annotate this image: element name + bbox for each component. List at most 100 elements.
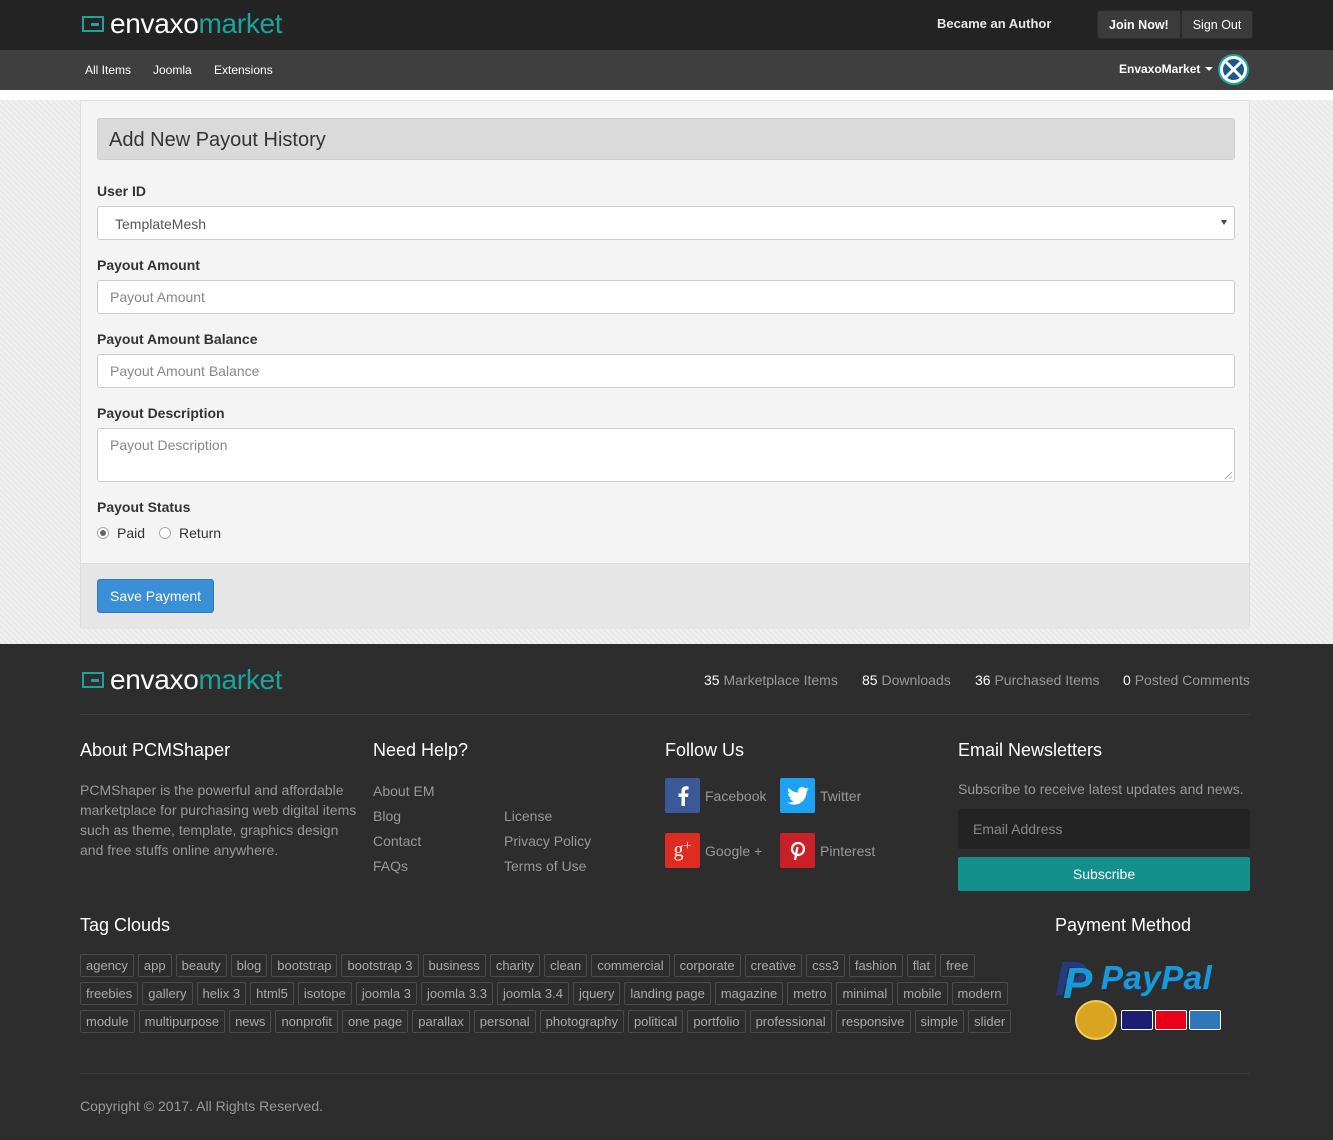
tag-item[interactable]: landing page: [624, 982, 711, 1005]
tag-item[interactable]: fashion: [848, 954, 903, 977]
tag-item[interactable]: political: [627, 1010, 684, 1033]
tag-item[interactable]: jquery: [572, 982, 621, 1005]
tag-item[interactable]: commercial: [591, 954, 670, 977]
tag-item[interactable]: joomla 3: [355, 982, 417, 1005]
content-top-strip: [0, 90, 1333, 100]
tag-item[interactable]: helix 3: [196, 982, 247, 1005]
user-id-label: User ID: [97, 183, 147, 199]
tag-item[interactable]: isotope: [297, 982, 352, 1005]
stat-label: Marketplace Items: [723, 672, 838, 688]
brand-name-white: envaxo: [110, 8, 199, 39]
tag-item[interactable]: charity: [489, 954, 541, 977]
radio-return-label: Return: [179, 525, 222, 541]
tag-item[interactable]: joomla 3.3: [420, 982, 493, 1005]
tag-item[interactable]: parallax: [412, 1010, 470, 1033]
radio-paid[interactable]: [97, 527, 109, 539]
tag-item[interactable]: flat: [906, 954, 937, 977]
amex-card-icon: [1189, 1010, 1221, 1030]
user-avatar[interactable]: [1218, 54, 1249, 85]
tag-item[interactable]: one page: [342, 1010, 409, 1033]
payment-method-heading: Payment Method: [1055, 915, 1192, 935]
nav-item-extensions[interactable]: Extensions: [214, 63, 273, 77]
nav-item-joomla[interactable]: Joomla: [153, 63, 192, 77]
tag-item[interactable]: metro: [787, 982, 833, 1005]
link-contact[interactable]: Contact: [373, 833, 421, 849]
footer-logo[interactable]: envaxomarket: [82, 664, 283, 696]
tag-item[interactable]: business: [422, 954, 486, 977]
main-navbar: All Items Joomla Extensions EnvaxoMarket: [0, 50, 1333, 90]
tag-item[interactable]: creative: [744, 954, 803, 977]
tag-item[interactable]: bootstrap 3: [341, 954, 419, 977]
payout-status-label: Payout Status: [97, 499, 191, 515]
tag-item[interactable]: css3: [806, 954, 845, 977]
stat-count: 85: [862, 672, 878, 688]
tag-item[interactable]: portfolio: [687, 1010, 746, 1033]
tag-item[interactable]: simple: [914, 1010, 965, 1033]
payout-description-textarea[interactable]: [97, 428, 1235, 482]
pinterest-icon: [780, 833, 815, 868]
footer-brand-white: envaxo: [110, 664, 199, 695]
tag-item[interactable]: professional: [749, 1010, 832, 1033]
social-google-plus[interactable]: g + Google +: [665, 833, 762, 868]
link-blog[interactable]: Blog: [373, 808, 401, 824]
tag-item[interactable]: mobile: [897, 982, 948, 1005]
link-privacy-policy[interactable]: Privacy Policy: [504, 833, 591, 849]
payout-form-card: Add New Payout History User ID TemplateM…: [80, 100, 1250, 629]
user-id-selected-value: TemplateMesh: [115, 216, 207, 232]
tag-item[interactable]: slider: [968, 1010, 1012, 1033]
became-author-link[interactable]: Became an Author: [937, 16, 1051, 31]
tag-item[interactable]: nonprofit: [275, 1010, 339, 1033]
radio-paid-label: Paid: [117, 525, 146, 541]
help-heading: Need Help?: [373, 740, 469, 760]
brand-logo[interactable]: envaxomarket: [82, 8, 283, 40]
tag-item[interactable]: personal: [473, 1010, 536, 1033]
subscribe-button[interactable]: Subscribe: [958, 857, 1250, 891]
payout-balance-input[interactable]: [97, 354, 1235, 388]
tag-item[interactable]: agency: [80, 954, 134, 977]
social-pinterest[interactable]: Pinterest: [780, 833, 875, 868]
link-terms-of-use[interactable]: Terms of Use: [504, 858, 586, 874]
copyright-text: Copyright © 2017. All Rights Reserved.: [80, 1098, 323, 1114]
tag-item[interactable]: corporate: [673, 954, 741, 977]
radio-return[interactable]: [159, 527, 172, 539]
tag-item[interactable]: beauty: [175, 954, 227, 977]
tag-item[interactable]: freebies: [80, 982, 139, 1005]
tag-item[interactable]: news: [229, 1010, 272, 1033]
link-about-em[interactable]: About EM: [373, 783, 434, 799]
email-address-input[interactable]: [958, 809, 1250, 849]
newsletter-heading: Email Newsletters: [958, 740, 1103, 760]
tag-item[interactable]: modern: [951, 982, 1008, 1005]
textarea-resize-handle[interactable]: [1225, 472, 1232, 479]
user-menu-dropdown[interactable]: EnvaxoMarket: [1119, 62, 1214, 76]
tag-item[interactable]: magazine: [714, 982, 784, 1005]
auth-button-group: Join Now! Sign Out: [1097, 10, 1254, 39]
tag-item[interactable]: minimal: [836, 982, 894, 1005]
tag-item[interactable]: html5: [250, 982, 294, 1005]
payout-amount-input[interactable]: [97, 280, 1235, 314]
sign-out-button[interactable]: Sign Out: [1180, 10, 1254, 39]
social-facebook[interactable]: Facebook: [665, 778, 766, 813]
tag-item[interactable]: app: [137, 954, 172, 977]
user-id-select[interactable]: TemplateMesh: [97, 206, 1235, 240]
form-footer: Save Payment: [81, 563, 1249, 629]
nav-item-all-items[interactable]: All Items: [85, 63, 131, 77]
tag-item[interactable]: multipurpose: [138, 1010, 226, 1033]
tag-item[interactable]: bootstrap: [271, 954, 338, 977]
tag-item[interactable]: module: [80, 1010, 135, 1033]
tag-item[interactable]: responsive: [835, 1010, 911, 1033]
about-text: PCMShaper is the powerful and affordable…: [80, 782, 357, 858]
page-title: Add New Payout History: [109, 129, 326, 151]
tag-item[interactable]: free: [940, 954, 975, 977]
tag-item[interactable]: joomla 3.4: [496, 982, 569, 1005]
payout-description-label: Payout Description: [97, 405, 225, 421]
tag-item[interactable]: gallery: [142, 982, 193, 1005]
join-now-button[interactable]: Join Now!: [1097, 10, 1181, 39]
tag-item[interactable]: clean: [544, 954, 588, 977]
link-license[interactable]: License: [504, 808, 552, 824]
tag-item[interactable]: photography: [539, 1010, 624, 1033]
tag-item[interactable]: blog: [230, 954, 268, 977]
link-faqs[interactable]: FAQs: [373, 858, 408, 874]
save-payment-button[interactable]: Save Payment: [97, 579, 215, 613]
social-twitter[interactable]: Twitter: [780, 778, 861, 813]
stat-purchased-items: 36 Purchased Items: [975, 672, 1100, 688]
